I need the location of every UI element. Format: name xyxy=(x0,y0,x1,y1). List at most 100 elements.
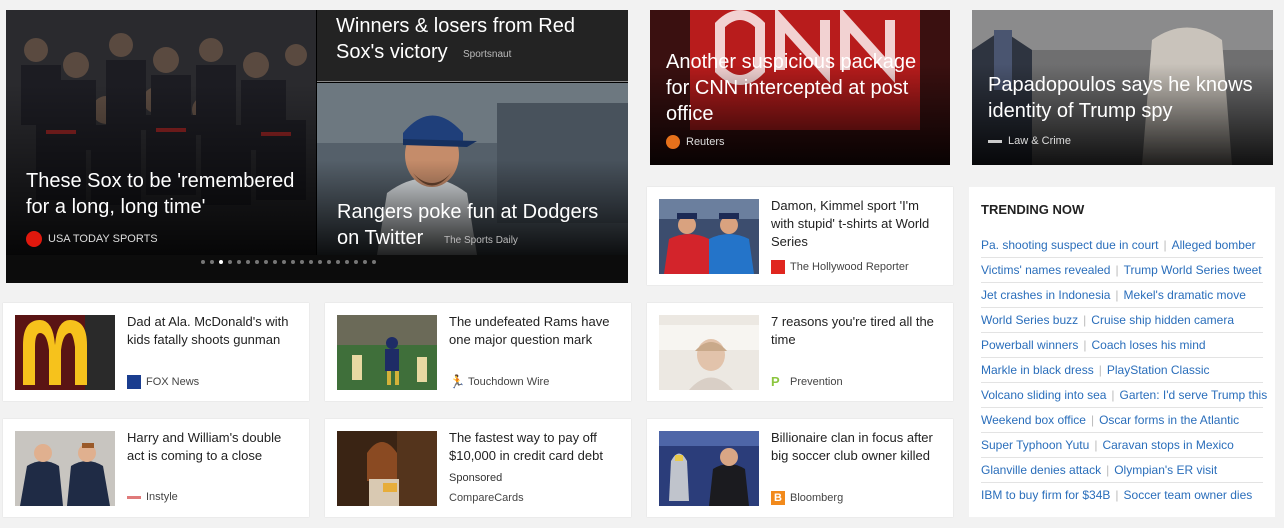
fox-news-logo-icon xyxy=(127,375,141,389)
trending-divider xyxy=(981,382,1263,383)
trending-link[interactable]: Alleged bomber xyxy=(1172,238,1256,252)
trending-row: Weekend box office | Oscar forms in the At… xyxy=(981,413,1239,427)
carousel-dot[interactable] xyxy=(300,260,304,264)
trending-link[interactable]: Weekend box office xyxy=(981,413,1086,427)
rams-source: 🏃 Touchdown Wire xyxy=(449,374,550,389)
trending-divider xyxy=(981,357,1263,358)
carousel-dot[interactable] xyxy=(228,260,232,264)
trending-panel: TRENDING NOW Pa. shooting suspect due in… xyxy=(969,187,1275,517)
trending-divider xyxy=(981,307,1263,308)
trending-link[interactable]: Oscar forms in the Atlantic xyxy=(1099,413,1239,427)
hero-carousel[interactable]: These Sox to be 'remembered for a long, … xyxy=(6,10,628,283)
trending-link[interactable]: Super Typhoon Yutu xyxy=(981,438,1089,452)
trending-row: Pa. shooting suspect due in court | Allege… xyxy=(981,238,1256,252)
pay-off-card[interactable]: The fastest way to pay off $10,000 in cr… xyxy=(325,419,631,517)
carousel-dot[interactable] xyxy=(282,260,286,264)
trending-link[interactable]: IBM to buy firm for $34B xyxy=(981,488,1110,502)
tired-title[interactable]: 7 reasons you're tired all the time xyxy=(771,313,943,349)
reuters-logo-icon xyxy=(666,135,680,149)
carousel-dot[interactable] xyxy=(345,260,349,264)
harry-william-card[interactable]: Harry and William's double act is coming… xyxy=(3,419,309,517)
damon-kimmel-source: The Hollywood Reporter xyxy=(771,260,909,274)
trending-link[interactable]: PlayStation Classic xyxy=(1107,363,1210,377)
trending-link[interactable]: Trump World Series tweet xyxy=(1124,263,1262,277)
dad-mcdonalds-card[interactable]: Dad at Ala. McDonald's with kids fatally… xyxy=(3,303,309,401)
carousel-main-title[interactable]: These Sox to be 'remembered for a long, … xyxy=(26,168,306,220)
carousel-dot[interactable] xyxy=(309,260,313,264)
trending-separator: | xyxy=(1111,388,1115,402)
cnn-story-title[interactable]: Another suspicious package for CNN inter… xyxy=(666,49,936,127)
damon-kimmel-card[interactable]: Damon, Kimmel sport 'I'm with stupid' t-… xyxy=(647,187,953,285)
trending-separator: | xyxy=(1106,463,1110,477)
rams-title[interactable]: The undefeated Rams have one major quest… xyxy=(449,313,621,349)
winners-losers-tile[interactable]: Winners & losers from Red Sox's victory … xyxy=(317,10,628,81)
trending-row: World Series buzz | Cruise ship hidden cam… xyxy=(981,313,1234,327)
carousel-dot[interactable] xyxy=(354,260,358,264)
billionaire-title[interactable]: Billionaire clan in focus after big socc… xyxy=(771,429,943,465)
carousel-dot[interactable] xyxy=(219,260,223,264)
cnn-package-story[interactable]: Another suspicious package for CNN inter… xyxy=(650,10,950,165)
carousel-dot[interactable] xyxy=(327,260,331,264)
trending-link[interactable]: Markle in black dress xyxy=(981,363,1094,377)
carousel-dot[interactable] xyxy=(264,260,268,264)
trending-separator: | xyxy=(1083,313,1087,327)
trending-row: Volcano sliding into sea | Garten: I'd ser… xyxy=(981,388,1267,402)
dad-mcdonalds-title[interactable]: Dad at Ala. McDonald's with kids fatally… xyxy=(127,313,299,349)
billionaire-image xyxy=(659,431,759,506)
trending-link[interactable]: World Series buzz xyxy=(981,313,1078,327)
carousel-dot[interactable] xyxy=(210,260,214,264)
trending-title: TRENDING NOW xyxy=(981,202,1085,217)
carousel-dot[interactable] xyxy=(237,260,241,264)
trending-link[interactable]: Cruise ship hidden camera xyxy=(1091,313,1234,327)
carousel-dot[interactable] xyxy=(255,260,259,264)
damon-kimmel-title[interactable]: Damon, Kimmel sport 'I'm with stupid' t-… xyxy=(771,197,943,251)
usa-today-logo-icon xyxy=(26,231,42,247)
rams-card[interactable]: The undefeated Rams have one major quest… xyxy=(325,303,631,401)
trending-link[interactable]: Olympian's ER visit xyxy=(1114,463,1217,477)
carousel-dot[interactable] xyxy=(318,260,322,264)
trending-link[interactable]: Volcano sliding into sea xyxy=(981,388,1106,402)
pay-off-title[interactable]: The fastest way to pay off $10,000 in cr… xyxy=(449,429,621,465)
law-crime-logo-icon xyxy=(988,139,1002,143)
trending-link[interactable]: Glanville denies attack xyxy=(981,463,1101,477)
trending-link[interactable]: Victims' names revealed xyxy=(981,263,1110,277)
tired-card[interactable]: 7 reasons you're tired all the time P Pr… xyxy=(647,303,953,401)
trending-link[interactable]: Powerball winners xyxy=(981,338,1078,352)
carousel-dot[interactable] xyxy=(291,260,295,264)
hollywood-reporter-logo-icon xyxy=(771,260,785,274)
trending-row: Glanville denies attack | Olympian's ER vi… xyxy=(981,463,1217,477)
papadopoulos-story[interactable]: Papadopoulos says he knows identity of T… xyxy=(972,10,1273,165)
carousel-dot[interactable] xyxy=(363,260,367,264)
trending-link[interactable]: Soccer team owner dies xyxy=(1124,488,1253,502)
trending-row: Victims' names revealed | Trump World Seri… xyxy=(981,263,1262,277)
carousel-dot[interactable] xyxy=(336,260,340,264)
trending-separator: | xyxy=(1098,363,1102,377)
trending-separator: | xyxy=(1115,263,1119,277)
carousel-dot[interactable] xyxy=(246,260,250,264)
trending-link[interactable]: Coach loses his mind xyxy=(1092,338,1206,352)
bloomberg-logo-icon: B xyxy=(771,491,785,505)
trending-link[interactable]: Pa. shooting suspect due in court xyxy=(981,238,1158,252)
papadopoulos-title[interactable]: Papadopoulos says he knows identity of T… xyxy=(988,72,1263,124)
harry-william-title[interactable]: Harry and William's double act is coming… xyxy=(127,429,299,465)
mcdonalds-sign-image xyxy=(15,315,115,390)
trending-link[interactable]: Mekel's dramatic move xyxy=(1124,288,1246,302)
trending-link[interactable]: Caravan stops in Mexico xyxy=(1102,438,1233,452)
credit-card-woman-image xyxy=(337,431,437,506)
cnn-story-source: Reuters xyxy=(666,135,725,149)
damon-kimmel-image xyxy=(659,199,759,274)
touchdown-wire-logo-icon: 🏃 xyxy=(449,374,466,389)
trending-row: Powerball winners | Coach loses his mind xyxy=(981,338,1206,352)
rangers-source: The Sports Daily xyxy=(444,235,518,246)
carousel-dot[interactable] xyxy=(273,260,277,264)
trending-separator: | xyxy=(1090,413,1095,427)
carousel-dot[interactable] xyxy=(201,260,205,264)
trending-link[interactable]: Jet crashes in Indonesia xyxy=(981,288,1110,302)
sponsored-label: Sponsored xyxy=(449,472,503,484)
trending-separator: | xyxy=(1094,438,1098,452)
carousel-pagination[interactable] xyxy=(201,260,376,264)
trending-link[interactable]: Garten: I'd serve Trump this xyxy=(1120,388,1268,402)
carousel-dot[interactable] xyxy=(372,260,376,264)
trending-separator: | xyxy=(1163,238,1167,252)
billionaire-card[interactable]: Billionaire clan in focus after big socc… xyxy=(647,419,953,517)
